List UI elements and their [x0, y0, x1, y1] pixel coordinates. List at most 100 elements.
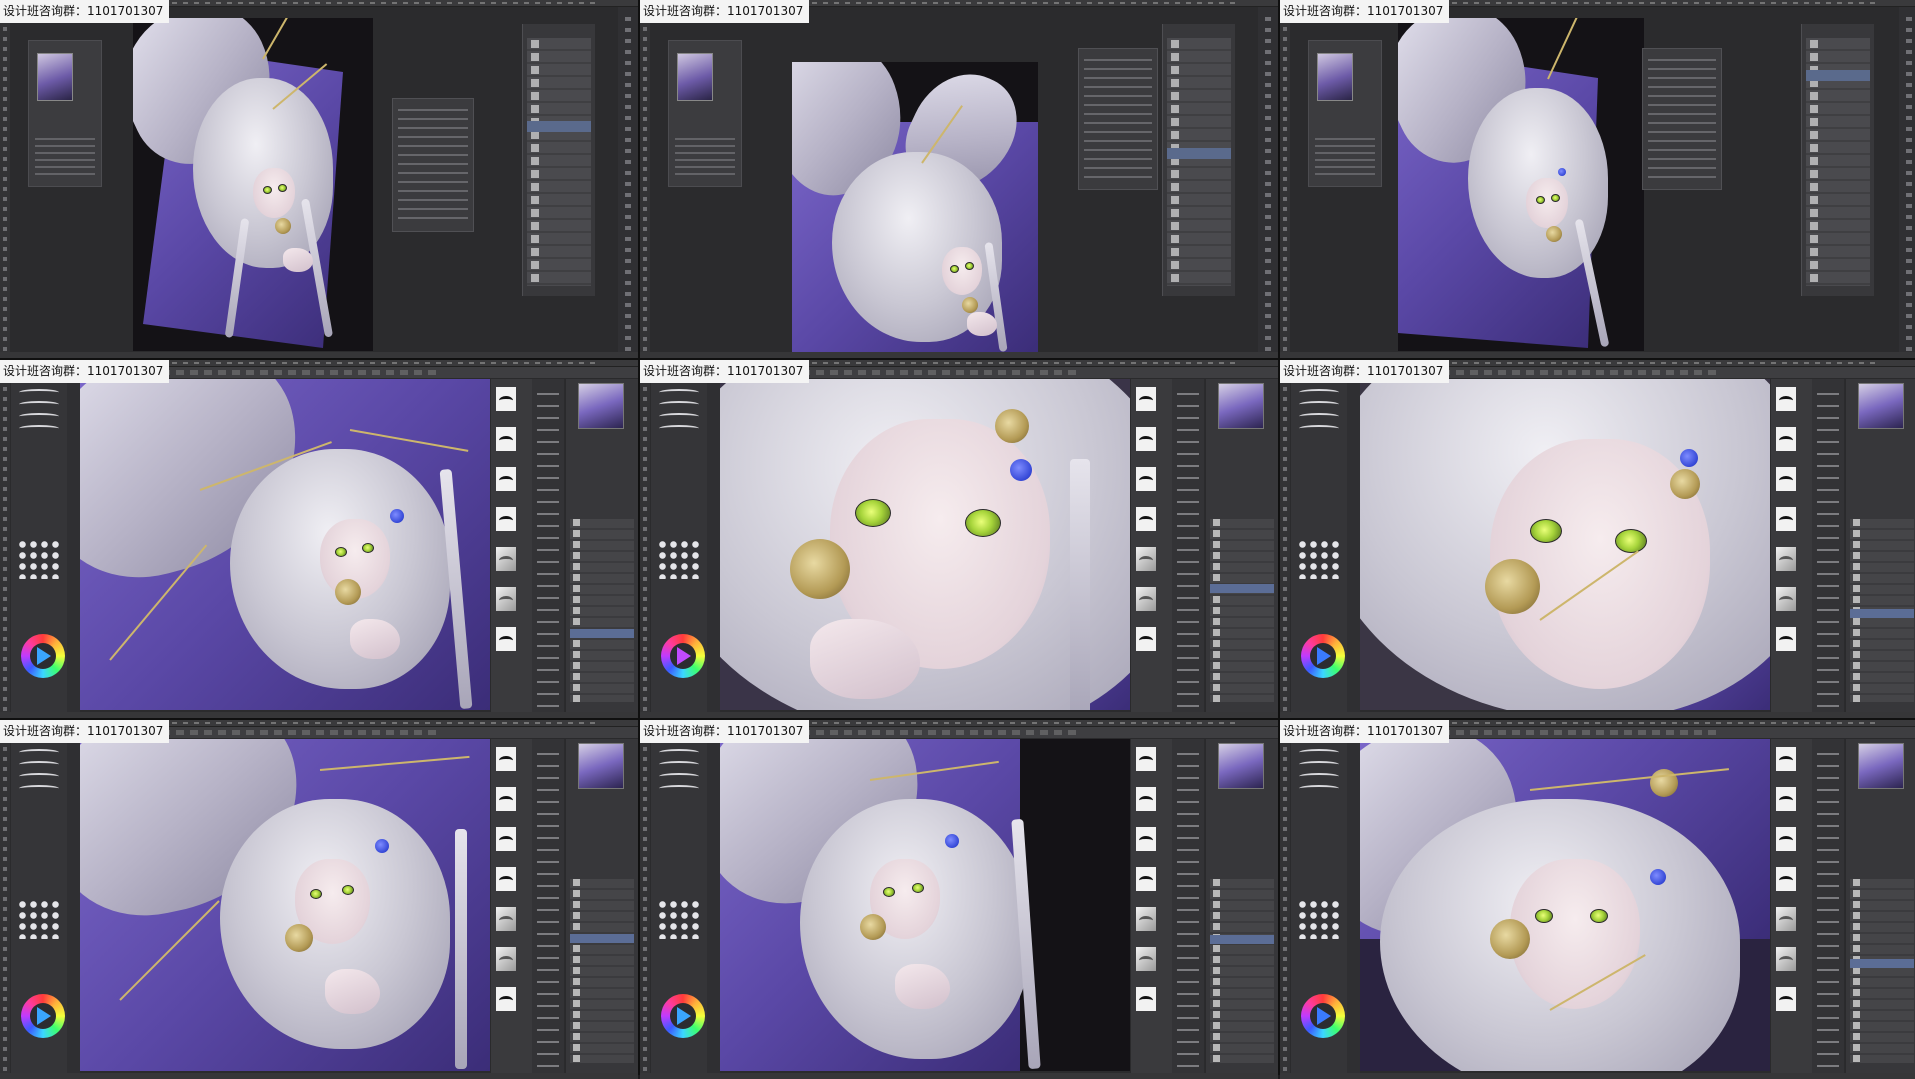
brush-preset-icon[interactable]	[496, 627, 516, 651]
selected-layer[interactable]	[1850, 959, 1914, 968]
brush-preset-icon[interactable]	[1776, 627, 1796, 651]
artwork-canvas[interactable]	[133, 18, 373, 351]
brush-size-grid[interactable]	[657, 899, 701, 939]
tool-property-panel[interactable]	[532, 379, 564, 712]
selected-layer[interactable]	[527, 121, 591, 132]
artwork-canvas[interactable]	[792, 62, 1038, 354]
tool-strip[interactable]	[1280, 727, 1290, 1073]
brush-preset-icon[interactable]	[1299, 425, 1339, 432]
tool-property-panel[interactable]	[1812, 379, 1844, 712]
selected-layer[interactable]	[1167, 148, 1231, 159]
brush-preset-icon[interactable]	[1776, 747, 1796, 771]
layers-panel[interactable]	[565, 739, 638, 1073]
tool-property-panel[interactable]	[1172, 379, 1204, 712]
sub-tool-strip[interactable]	[707, 739, 720, 1073]
right-rail[interactable]	[618, 7, 638, 352]
brush-preset-icon[interactable]	[496, 907, 516, 931]
brush-preset-icon[interactable]	[496, 867, 516, 891]
tool-strip[interactable]	[0, 367, 10, 712]
brush-preset-icon[interactable]	[1136, 587, 1156, 611]
brush-preset-icon[interactable]	[659, 773, 699, 780]
artwork-canvas[interactable]	[80, 379, 490, 710]
brush-preset-icon[interactable]	[1136, 867, 1156, 891]
tool-property-panel[interactable]	[1172, 739, 1204, 1073]
brush-preset-icon[interactable]	[19, 401, 59, 408]
brush-preset-column[interactable]	[490, 739, 533, 1073]
brush-size-grid[interactable]	[17, 899, 61, 939]
brush-preset-icon[interactable]	[1776, 547, 1796, 571]
navigator-panel[interactable]	[28, 40, 102, 187]
brush-preset-icon[interactable]	[1299, 401, 1339, 408]
brush-preset-icon[interactable]	[1136, 387, 1156, 411]
brush-preset-icon[interactable]	[496, 827, 516, 851]
brush-preset-icon[interactable]	[1136, 947, 1156, 971]
sub-tool-strip[interactable]	[707, 379, 720, 712]
layers-panel[interactable]	[522, 24, 595, 296]
brush-preset-icon[interactable]	[19, 761, 59, 768]
color-wheel-icon[interactable]	[1301, 634, 1345, 678]
brush-preset-icon[interactable]	[659, 761, 699, 768]
brush-preset-icon[interactable]	[1776, 787, 1796, 811]
brush-panel[interactable]	[1291, 739, 1348, 1073]
selected-layer[interactable]	[1210, 935, 1274, 944]
brush-preset-icon[interactable]	[1776, 467, 1796, 491]
brush-preset-icon[interactable]	[496, 427, 516, 451]
brush-preset-icon[interactable]	[496, 787, 516, 811]
brush-preset-icon[interactable]	[1136, 987, 1156, 1011]
brush-size-grid[interactable]	[1297, 539, 1341, 579]
brush-preset-icon[interactable]	[659, 749, 699, 756]
brush-preset-icon[interactable]	[1776, 987, 1796, 1011]
properties-float-panel[interactable]	[1078, 48, 1158, 190]
brush-preset-icon[interactable]	[659, 401, 699, 408]
brush-preset-column[interactable]	[490, 379, 533, 712]
right-rail[interactable]	[1899, 7, 1915, 352]
brush-preset-icon[interactable]	[1776, 387, 1796, 411]
brush-preset-icon[interactable]	[19, 413, 59, 420]
layers-panel[interactable]	[565, 379, 638, 712]
brush-preset-icon[interactable]	[1136, 907, 1156, 931]
brush-preset-column[interactable]	[1770, 379, 1813, 712]
tool-property-panel[interactable]	[532, 739, 564, 1073]
brush-preset-icon[interactable]	[1136, 627, 1156, 651]
right-rail[interactable]	[1258, 7, 1278, 352]
layers-panel[interactable]	[1205, 379, 1278, 712]
navigator-panel[interactable]	[668, 40, 742, 187]
brush-preset-icon[interactable]	[1299, 761, 1339, 768]
color-wheel-icon[interactable]	[21, 634, 65, 678]
brush-preset-icon[interactable]	[1776, 587, 1796, 611]
brush-preset-icon[interactable]	[496, 987, 516, 1011]
brush-preset-icon[interactable]	[1299, 785, 1339, 792]
selected-layer[interactable]	[1210, 584, 1274, 593]
brush-preset-icon[interactable]	[1136, 747, 1156, 771]
artwork-canvas[interactable]	[80, 739, 490, 1071]
layers-panel[interactable]	[1801, 24, 1874, 296]
brush-preset-icon[interactable]	[1299, 773, 1339, 780]
brush-preset-icon[interactable]	[1136, 787, 1156, 811]
brush-panel[interactable]	[11, 379, 68, 712]
brush-preset-icon[interactable]	[1136, 507, 1156, 531]
tool-strip[interactable]	[640, 7, 650, 352]
brush-panel[interactable]	[1291, 379, 1348, 712]
brush-preset-icon[interactable]	[19, 773, 59, 780]
sub-tool-strip[interactable]	[67, 739, 80, 1073]
brush-preset-icon[interactable]	[496, 587, 516, 611]
layers-panel[interactable]	[1845, 739, 1915, 1073]
color-wheel-icon[interactable]	[661, 634, 705, 678]
sub-tool-strip[interactable]	[67, 379, 80, 712]
brush-panel[interactable]	[11, 739, 68, 1073]
brush-preset-icon[interactable]	[1776, 507, 1796, 531]
layers-panel[interactable]	[1205, 739, 1278, 1073]
layers-panel[interactable]	[1162, 24, 1235, 296]
brush-preset-icon[interactable]	[496, 387, 516, 411]
tool-strip[interactable]	[640, 727, 650, 1073]
brush-size-grid[interactable]	[17, 539, 61, 579]
artwork-canvas[interactable]	[720, 379, 1130, 710]
properties-float-panel[interactable]	[392, 98, 474, 232]
color-wheel-icon[interactable]	[661, 994, 705, 1038]
brush-preset-icon[interactable]	[1776, 907, 1796, 931]
brush-preset-icon[interactable]	[496, 547, 516, 571]
brush-preset-icon[interactable]	[19, 425, 59, 432]
brush-panel[interactable]	[651, 739, 708, 1073]
properties-float-panel[interactable]	[1642, 48, 1722, 190]
brush-preset-icon[interactable]	[19, 785, 59, 792]
